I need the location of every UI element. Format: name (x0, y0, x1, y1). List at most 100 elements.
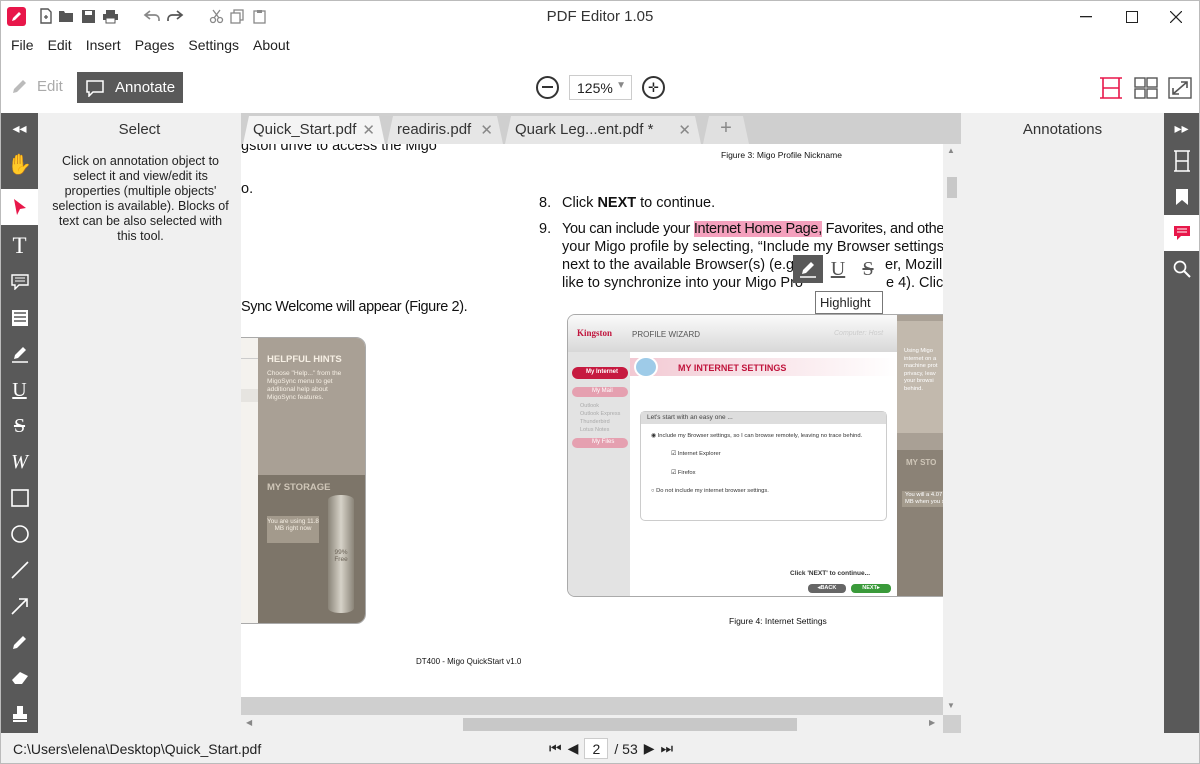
strikeout-icon[interactable]: S (1, 408, 38, 444)
search-icon[interactable] (1164, 251, 1199, 287)
pdf-page[interactable]: gston drive to access the Migo o. Sync W… (241, 144, 943, 697)
wizard-mail-item: Lotus Notes (580, 427, 610, 433)
line-icon[interactable] (1, 552, 38, 588)
wizard-next-button: NEXT▸ (851, 584, 891, 593)
zoom-select[interactable]: 125% ▼ (569, 75, 632, 100)
last-page-icon[interactable]: ⏭ (661, 740, 674, 757)
bookmark-icon[interactable] (1164, 179, 1199, 215)
hand-icon[interactable]: ✋ (1, 146, 38, 182)
tab-readiris[interactable]: readiris.pdf ✕ (387, 116, 503, 144)
text-icon[interactable]: T (1, 228, 38, 264)
wizard-mail-item: Outlook (580, 403, 599, 409)
menu-pages[interactable]: Pages (128, 32, 182, 58)
zoom-out-button[interactable] (536, 76, 559, 99)
note-icon[interactable] (1, 264, 38, 300)
zoom-value: 125% (577, 80, 613, 96)
close-tab-icon[interactable]: ✕ (362, 121, 375, 139)
eraser-icon[interactable] (1, 660, 38, 696)
underline-icon[interactable]: U (1, 372, 38, 408)
close-button[interactable] (1153, 1, 1199, 32)
squiggly-icon[interactable]: W (1, 444, 38, 480)
chevron-down-icon: ▼ (616, 80, 626, 91)
fullscreen-icon[interactable] (1168, 77, 1192, 99)
option-text: Do not include my internet browser setti… (656, 488, 769, 494)
strikeout-action-icon[interactable]: S (853, 255, 883, 283)
pdf-editor-window: PDF Editor 1.05 File Edit Insert Pages S… (0, 0, 1200, 764)
wizard-nav-internet: My Internet (572, 367, 628, 379)
zoom-fit-button[interactable]: ✛ (642, 76, 665, 99)
tab-quark[interactable]: Quark Leg...ent.pdf * ✕ (505, 116, 701, 144)
vertical-scrollbar[interactable]: ▲ ▼ (943, 144, 961, 715)
rectangle-icon[interactable] (1, 480, 38, 516)
menu-file[interactable]: File (4, 32, 41, 58)
bold-text: NEXT (597, 195, 637, 211)
vertical-scroll-thumb[interactable] (947, 177, 957, 198)
edit-mode-button[interactable]: Edit (11, 77, 63, 95)
pages-panel-icon[interactable] (1164, 143, 1199, 179)
highlight-icon[interactable] (1, 336, 38, 372)
pencil-icon[interactable] (1, 624, 38, 660)
hints-text: Choose "Help..." from the MigoSync menu … (267, 370, 342, 401)
horizontal-scrollbar[interactable]: ◀ ▶ (241, 715, 943, 733)
annotation-popup: U S (793, 255, 885, 283)
wizard-mail-list: Outlook Outlook Express Thunderbird Lotu… (580, 402, 620, 434)
wizard-nav-files: My Files (572, 438, 628, 448)
maximize-button[interactable] (1109, 1, 1155, 32)
first-page-icon[interactable]: ⏮ (549, 740, 562, 757)
wizard-back-button: ◂BACK (808, 584, 846, 593)
page-number-input[interactable]: 2 (584, 738, 609, 759)
two-page-view-icon[interactable] (1134, 77, 1158, 99)
scroll-left-icon[interactable]: ◀ (246, 718, 252, 727)
textbox-icon[interactable] (1, 300, 38, 336)
highlighted-text[interactable]: Internet Home Page, (693, 221, 822, 237)
annotations-panel: Annotations (961, 113, 1164, 733)
storage-cylinder: 99% Free (328, 495, 354, 613)
storage-title: MY STORAGE (267, 482, 331, 493)
stamp-icon[interactable] (1, 696, 38, 732)
minimize-button[interactable] (1063, 1, 1109, 32)
close-tab-icon[interactable]: ✕ (678, 121, 691, 139)
menu-bar: File Edit Insert Pages Settings About (1, 32, 1199, 58)
hints-panel: HELPFUL HINTS Choose "Help..." from the … (258, 338, 365, 475)
prev-page-icon[interactable]: ◀ (568, 740, 579, 757)
tab-quick-start[interactable]: Quick_Start.pdf ✕ (243, 116, 385, 144)
menu-insert[interactable]: Insert (79, 32, 128, 58)
wizard-checkbox-ie: ☑ Internet Explorer (671, 451, 721, 457)
close-tab-icon[interactable]: ✕ (480, 121, 493, 139)
single-page-view-icon[interactable] (1099, 77, 1123, 99)
list-number: 9. (539, 221, 552, 237)
edit-mode-label: Edit (37, 77, 63, 95)
scroll-up-icon[interactable]: ▲ (947, 146, 955, 155)
storage-text: You are using 11.8 MB right now (267, 516, 319, 543)
add-tab-button[interactable]: + (703, 116, 749, 144)
collapse-right-panel-icon[interactable]: ▸▸ (1164, 113, 1199, 143)
page-navigator: ⏮ ◀ 2 / 53 ▶ ⏭ (549, 738, 673, 759)
highlight-action-icon[interactable] (793, 255, 823, 283)
menu-about[interactable]: About (246, 32, 297, 58)
horizontal-scroll-thumb[interactable] (463, 718, 797, 731)
annotate-mode-button[interactable]: Annotate (77, 72, 183, 103)
next-page-icon[interactable]: ▶ (644, 740, 655, 757)
ellipse-icon[interactable] (1, 516, 38, 552)
collapse-left-panel-icon[interactable]: ◂◂ (1, 113, 38, 143)
underline-action-icon[interactable]: U (823, 255, 853, 283)
side-hint-text: Using Migo internet on a machine prot pr… (904, 348, 938, 392)
annotations-list-icon[interactable] (1164, 215, 1199, 251)
tab-label: readiris.pdf (397, 121, 472, 138)
text-span: Favorites, and other I (821, 221, 943, 237)
menu-edit[interactable]: Edit (41, 32, 79, 58)
wizard-header: Kingston PROFILE WIZARD Computer: Host (568, 315, 943, 352)
panel-title: Select (118, 121, 161, 138)
wizard-checkbox-ff: ☑ Firefox (671, 470, 696, 476)
text-line: gston drive to access the Migo (241, 144, 437, 154)
edit-pencil-icon (13, 80, 26, 93)
globe-icon (634, 356, 658, 378)
scroll-down-icon[interactable]: ▼ (947, 701, 955, 710)
list-item-9[interactable]: You can include your Internet Home Page,… (562, 221, 943, 237)
select-arrow-icon[interactable] (1, 189, 38, 225)
select-tool-panel: Select Click on annotation object to sel… (38, 113, 241, 733)
storage-panel: MY STORAGE You are using 11.8 MB right n… (258, 475, 365, 623)
arrow-icon[interactable] (1, 588, 38, 624)
scroll-right-icon[interactable]: ▶ (929, 718, 935, 727)
menu-settings[interactable]: Settings (181, 32, 246, 58)
